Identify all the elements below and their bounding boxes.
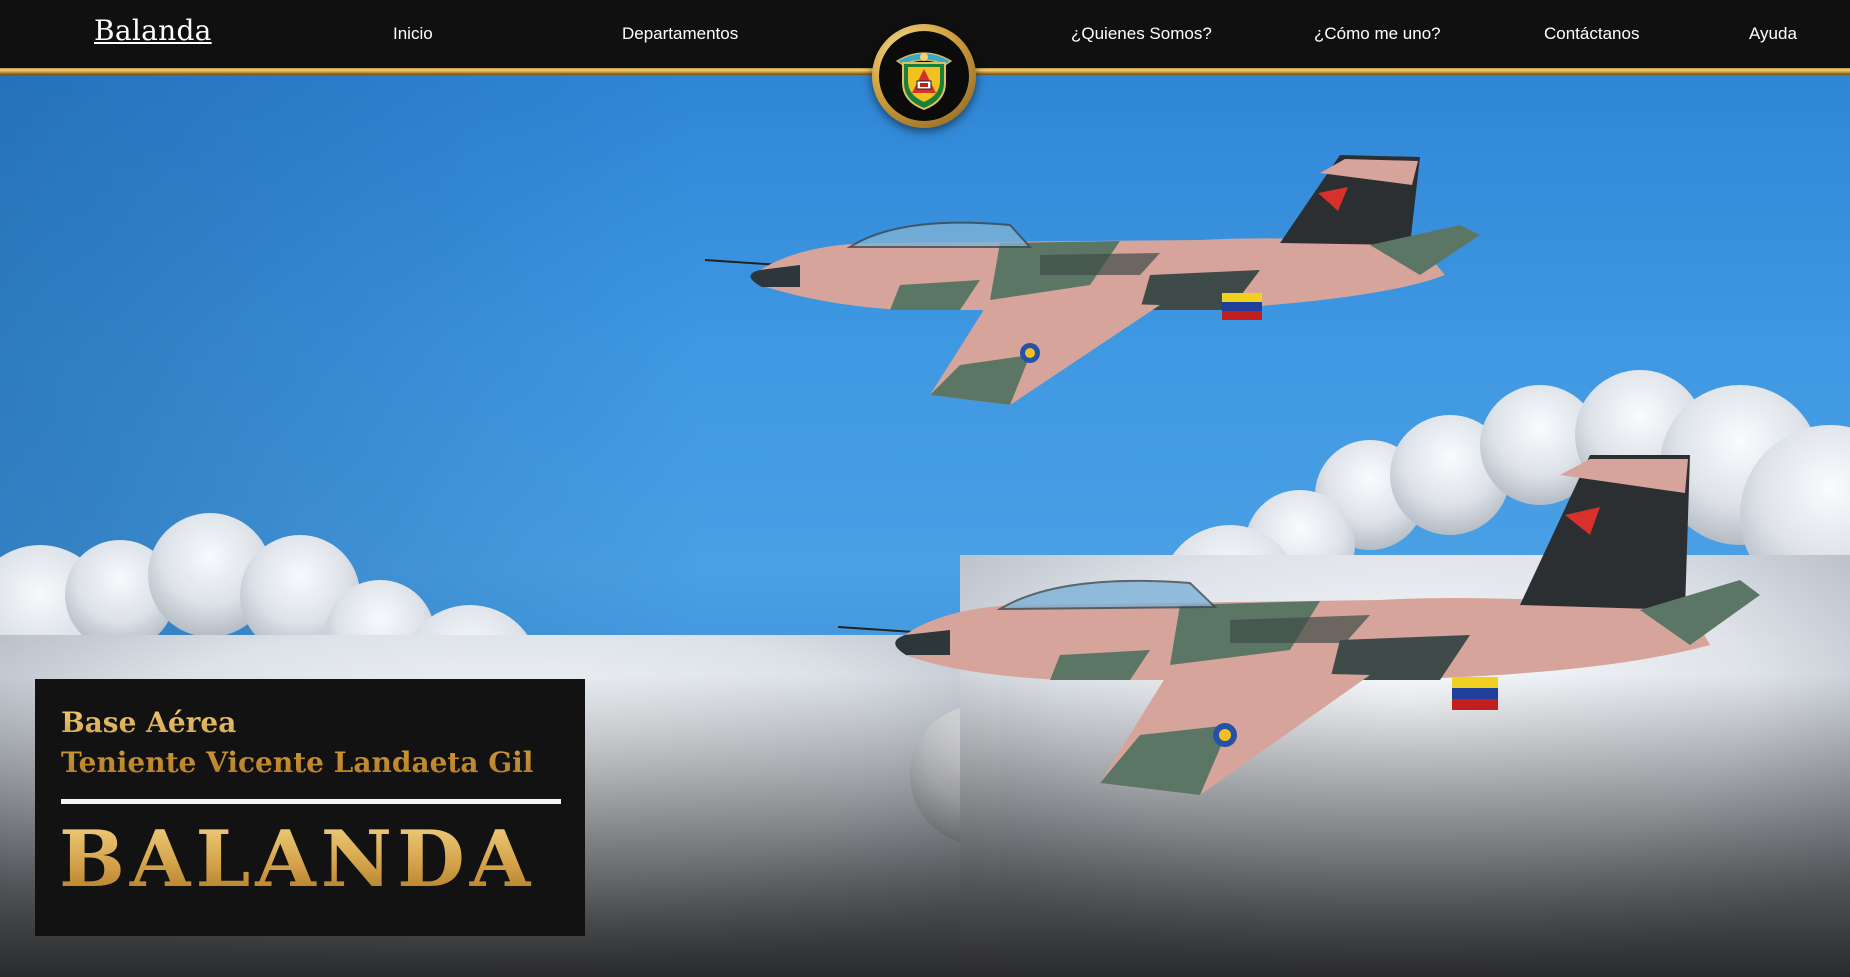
- hero-subtitle-line1: Base Aérea: [61, 706, 237, 739]
- brand-link[interactable]: Balanda: [94, 14, 212, 47]
- hero-banner: Base Aérea Teniente Vicente Landaeta Gil…: [0, 75, 1850, 977]
- jet-upper: [704, 155, 1480, 405]
- title-divider: [61, 799, 561, 804]
- nav-link-departamentos[interactable]: Departamentos: [622, 24, 738, 44]
- hero-subtitle-line2: Teniente Vicente Landaeta Gil: [61, 746, 534, 779]
- air-base-emblem-icon[interactable]: [872, 24, 976, 128]
- nav-link-inicio[interactable]: Inicio: [393, 24, 433, 44]
- hero-title-card: Base Aérea Teniente Vicente Landaeta Gil…: [35, 679, 585, 936]
- hero-title: BALANDA: [59, 814, 536, 905]
- nav-link-contactanos[interactable]: Contáctanos: [1544, 24, 1639, 44]
- nav-link-ayuda[interactable]: Ayuda: [1749, 24, 1797, 44]
- nav-link-quienes-somos[interactable]: ¿Quienes Somos?: [1071, 24, 1212, 44]
- nav-link-como-me-uno[interactable]: ¿Cómo me uno?: [1314, 24, 1441, 44]
- hero-subtitle: Base Aérea Teniente Vicente Landaeta Gil: [61, 703, 571, 783]
